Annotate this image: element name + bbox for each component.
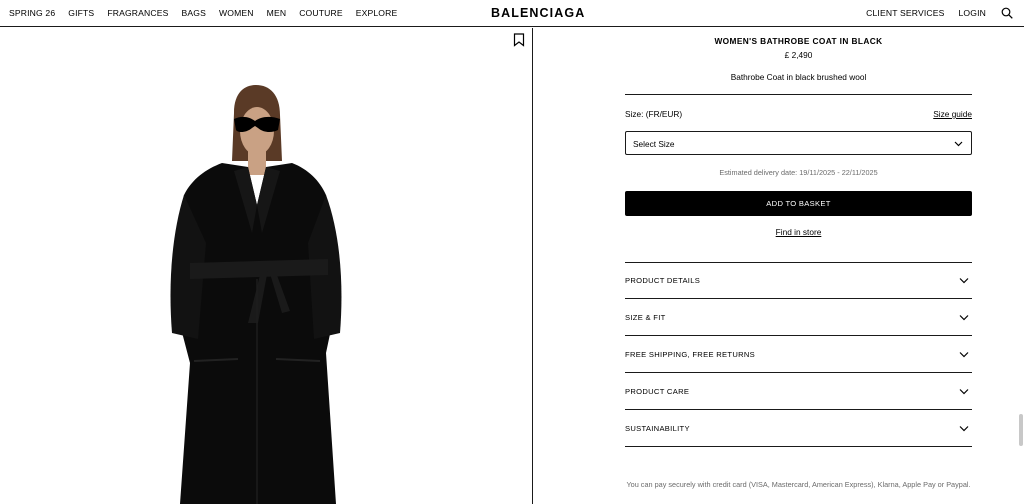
chevron-down-icon — [959, 426, 969, 432]
nav-item-men[interactable]: MEN — [267, 8, 287, 18]
product-price: £ 2,490 — [784, 50, 813, 60]
accordion-label: SIZE & FIT — [625, 313, 666, 322]
divider — [625, 446, 972, 447]
size-guide-link[interactable]: Size guide — [933, 109, 972, 119]
size-select-value: Select Size — [633, 139, 675, 149]
accordion-size-fit[interactable]: SIZE & FIT — [625, 299, 972, 336]
nav-item-spring-26[interactable]: SPRING 26 — [9, 8, 55, 18]
nav-item-bags[interactable]: BAGS — [182, 8, 206, 18]
find-in-store: Find in store — [625, 227, 972, 237]
nav-item-explore[interactable]: EXPLORE — [356, 8, 398, 18]
page-scrollbar[interactable] — [1019, 414, 1023, 446]
brand-logo[interactable]: BALENCIAGA — [491, 6, 585, 20]
nav-item-gifts[interactable]: GIFTS — [68, 8, 94, 18]
accordion-product-details[interactable]: PRODUCT DETAILS — [625, 262, 972, 299]
login-link[interactable]: LOGIN — [959, 8, 987, 18]
accordion-product-care[interactable]: PRODUCT CARE — [625, 373, 972, 410]
find-in-store-link[interactable]: Find in store — [776, 227, 822, 237]
utility-nav: CLIENT SERVICES LOGIN — [852, 8, 986, 18]
nav-item-fragrances[interactable]: FRAGRANCES — [107, 8, 168, 18]
product-info-pane: WOMEN'S BATHROBE COAT IN BLACK £ 2,490 B… — [534, 28, 1024, 504]
accordion-label: FREE SHIPPING, FREE RETURNS — [625, 350, 756, 359]
divider — [625, 94, 972, 95]
product-info-content: WOMEN'S BATHROBE COAT IN BLACK £ 2,490 B… — [625, 28, 972, 504]
accordion-label: SUSTAINABILITY — [625, 424, 690, 433]
client-services-link[interactable]: CLIENT SERVICES — [866, 8, 944, 18]
chevron-down-icon — [959, 315, 969, 321]
accordion-label: PRODUCT DETAILS — [625, 276, 701, 285]
accordion-sustainability[interactable]: SUSTAINABILITY — [625, 410, 972, 447]
nav-item-women[interactable]: WOMEN — [219, 8, 254, 18]
payment-info: You can pay securely with credit card (V… — [626, 480, 971, 489]
chevron-down-icon — [959, 278, 969, 284]
accordion-shipping-returns[interactable]: FREE SHIPPING, FREE RETURNS — [625, 336, 972, 373]
chevron-down-icon — [954, 141, 963, 147]
product-model-image — [170, 85, 342, 504]
product-image-pane — [0, 28, 533, 504]
chevron-down-icon — [959, 389, 969, 395]
bookmark-icon[interactable] — [513, 33, 525, 47]
top-navigation-bar: SPRING 26 GIFTS FRAGRANCES BAGS WOMEN ME… — [0, 0, 1024, 27]
chevron-down-icon — [959, 352, 969, 358]
main-nav: SPRING 26 GIFTS FRAGRANCES BAGS WOMEN ME… — [9, 8, 410, 18]
size-select[interactable]: Select Size — [625, 131, 972, 155]
add-to-basket-button[interactable]: ADD TO BASKET — [625, 191, 972, 216]
product-description: Bathrobe Coat in black brushed wool — [730, 72, 867, 82]
accordion-label: PRODUCT CARE — [625, 387, 690, 396]
size-label: Size: (FR/EUR) — [625, 109, 683, 119]
search-icon[interactable] — [1001, 7, 1013, 19]
nav-item-couture[interactable]: COUTURE — [299, 8, 343, 18]
product-title: WOMEN'S BATHROBE COAT IN BLACK — [714, 36, 883, 46]
delivery-estimate: Estimated delivery date: 19/11/2025 - 22… — [719, 168, 878, 177]
